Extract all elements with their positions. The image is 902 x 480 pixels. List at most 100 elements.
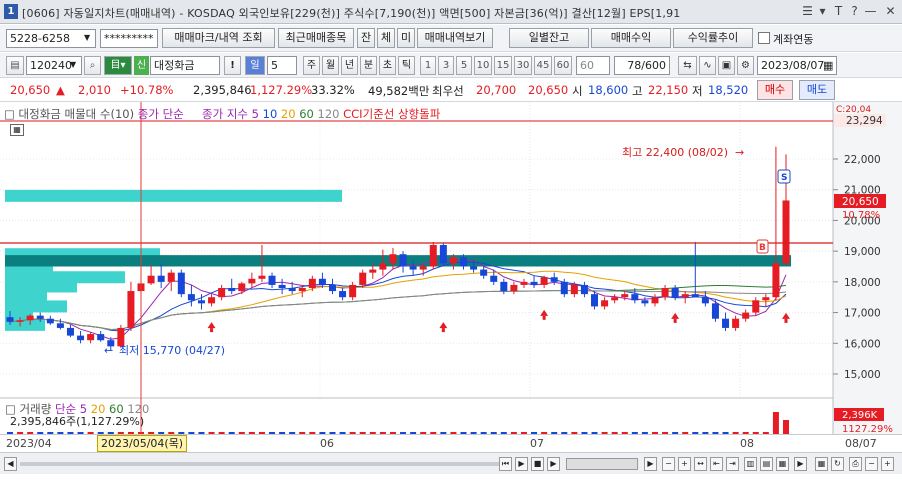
- layout-icon[interactable]: ▤: [6, 56, 24, 75]
- daily-balance-button[interactable]: 일별잔고: [509, 28, 589, 48]
- volume-bar: [783, 420, 789, 434]
- legend-volume-profile[interactable]: 대정화금 매물대 수(10): [19, 107, 135, 121]
- interval-1[interactable]: 1: [420, 56, 436, 75]
- help-icon[interactable]: ?: [848, 3, 861, 19]
- interval-60[interactable]: 60: [554, 56, 572, 75]
- zoom-in-bottom-icon[interactable]: +: [881, 457, 894, 471]
- first-button[interactable]: ⏮: [499, 457, 512, 471]
- period-tick-button[interactable]: 틱: [398, 56, 415, 75]
- cci-signal-arrow-stem: [210, 328, 214, 333]
- unfilled-button[interactable]: 미: [397, 28, 415, 48]
- period-second-button[interactable]: 초: [379, 56, 396, 75]
- candle: [228, 288, 236, 292]
- scroll-right-button[interactable]: ▶: [644, 457, 657, 471]
- period-month-button[interactable]: 월: [322, 56, 339, 75]
- high-label: 고: [632, 84, 643, 98]
- interval-5[interactable]: 5: [456, 56, 472, 75]
- stop-button[interactable]: ■: [531, 457, 544, 471]
- tool2-icon[interactable]: ▤: [760, 457, 773, 471]
- minimize-icon[interactable]: —: [864, 3, 877, 19]
- candle: [208, 297, 216, 304]
- period-year-button[interactable]: 년: [341, 56, 358, 75]
- next-button[interactable]: ▶: [547, 457, 560, 471]
- candle: [691, 294, 699, 298]
- return-trend-button[interactable]: 수익률추이: [673, 28, 753, 48]
- zoom-out-bottom-icon[interactable]: −: [865, 457, 878, 471]
- bar-count-input[interactable]: 78/600: [614, 56, 670, 75]
- legend-ema-120[interactable]: 120: [318, 107, 340, 121]
- interval-10[interactable]: 10: [474, 56, 492, 75]
- filled-button[interactable]: 체: [377, 28, 395, 48]
- period-day-button[interactable]: 일: [245, 56, 265, 75]
- stock-list-icon[interactable]: 目▾: [104, 56, 132, 75]
- change-percent: +10.78%: [120, 83, 174, 97]
- legend-ema-10[interactable]: 10: [263, 107, 278, 121]
- grid-icon[interactable]: ▦: [10, 124, 24, 136]
- period-minute-button[interactable]: 분: [360, 56, 377, 75]
- expand-icon[interactable]: ⇥: [726, 457, 739, 471]
- period-week-button[interactable]: 주: [303, 56, 320, 75]
- interval-custom-select[interactable]: 60: [576, 56, 610, 75]
- sell-button[interactable]: 매도: [799, 80, 835, 100]
- balance-button[interactable]: 잔: [357, 28, 375, 48]
- search-icon[interactable]: ⌕: [84, 56, 101, 75]
- candle: [187, 294, 195, 301]
- tool1-icon[interactable]: ▥: [744, 457, 757, 471]
- print-icon[interactable]: ⎙: [849, 457, 862, 471]
- calendar-icon[interactable]: ▦: [823, 59, 833, 72]
- trade-profit-button[interactable]: 매매수익: [591, 28, 671, 48]
- interval-3[interactable]: 3: [438, 56, 454, 75]
- menu-icon[interactable]: ☰: [801, 3, 814, 19]
- alert-icon[interactable]: !: [224, 56, 241, 75]
- interval-15[interactable]: 15: [494, 56, 512, 75]
- save-icon[interactable]: ▣: [718, 56, 735, 75]
- candle: [298, 288, 306, 292]
- high-price: 22,150: [648, 83, 689, 97]
- compare-icon[interactable]: ⇆: [678, 56, 697, 75]
- scroll-left-button[interactable]: ◀: [4, 457, 17, 471]
- fit-icon[interactable]: ↔: [694, 457, 707, 471]
- legend-ema-20[interactable]: 20: [281, 107, 296, 121]
- legend-cci-signal[interactable]: CCI기준선 상향돌파: [343, 107, 440, 121]
- tool3-icon[interactable]: ▦: [776, 457, 789, 471]
- font-icon[interactable]: T: [832, 3, 845, 19]
- candle: [661, 288, 669, 298]
- account-select[interactable]: 5228-6258: [6, 29, 96, 48]
- scroll-track[interactable]: [20, 462, 500, 466]
- speed-slider[interactable]: [566, 458, 638, 470]
- period-value-select[interactable]: 5: [267, 56, 297, 75]
- up-arrow-icon: ▲: [56, 83, 65, 97]
- account-dropdown-icon[interactable]: ▼: [84, 33, 90, 42]
- settings-icon[interactable]: ⚙: [737, 56, 754, 75]
- account-link-checkbox[interactable]: [758, 32, 770, 44]
- code-dropdown-icon[interactable]: ▼: [70, 60, 76, 69]
- candle: [520, 281, 528, 285]
- buy-button[interactable]: 매수: [757, 80, 793, 100]
- mark-query-button[interactable]: 매매마크/내역 조회: [162, 28, 275, 48]
- dropdown-icon[interactable]: ▾: [816, 3, 829, 19]
- candle: [268, 275, 276, 285]
- play-back-button[interactable]: ▶: [515, 457, 528, 471]
- history-button[interactable]: 매매내역보기: [417, 28, 493, 48]
- draw-icon[interactable]: ∿: [699, 56, 716, 75]
- refresh-icon[interactable]: ↻: [831, 457, 844, 471]
- candle: [722, 318, 730, 328]
- candle: [318, 278, 326, 285]
- interval-30[interactable]: 30: [514, 56, 532, 75]
- candle: [238, 283, 246, 292]
- legend-ema-60[interactable]: 60: [299, 107, 314, 121]
- password-field[interactable]: *********: [100, 29, 158, 48]
- price-chart[interactable]: 최고 22,400 (08/02) → ← 최저 15,770 (04/27) …: [0, 102, 902, 434]
- compress-icon[interactable]: ⇤: [710, 457, 723, 471]
- interval-45[interactable]: 45: [534, 56, 552, 75]
- trade-amount: 49,582백만: [368, 84, 430, 98]
- zoom-in-icon[interactable]: +: [678, 457, 691, 471]
- grid-view-icon[interactable]: ▦: [815, 457, 828, 471]
- scroll-end-button[interactable]: ▶: [794, 457, 807, 471]
- legend-ma-simple[interactable]: 종가 단순: [138, 107, 184, 121]
- zoom-out-icon[interactable]: −: [662, 457, 675, 471]
- legend-ema[interactable]: 종가 지수 5: [202, 107, 259, 121]
- close-icon[interactable]: ✕: [884, 3, 897, 19]
- candle: [651, 297, 659, 304]
- recent-stock-button[interactable]: 최근매매종목: [278, 28, 354, 48]
